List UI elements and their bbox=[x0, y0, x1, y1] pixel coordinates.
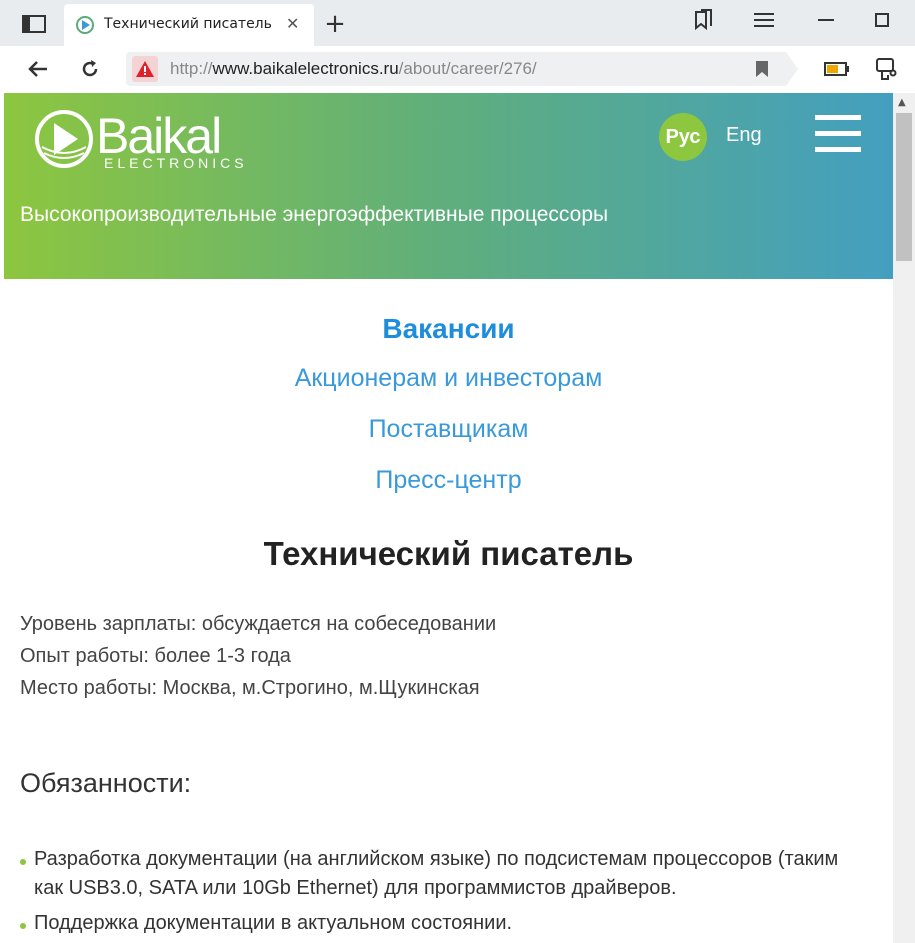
menu-item-investors[interactable]: Акционерам и инвесторам bbox=[4, 364, 893, 415]
scrollbar-thumb[interactable] bbox=[896, 113, 912, 261]
address-bar-tail bbox=[786, 52, 798, 86]
address-bar[interactable]: http://www.baikalelectronics.ru/about/ca… bbox=[126, 52, 786, 86]
active-tab[interactable]: Технический писатель ✕ bbox=[64, 4, 314, 46]
hamburger-menu-icon[interactable] bbox=[815, 115, 861, 157]
page-viewport: Baikal ELECTRONICS Рус Eng Высокопроизво… bbox=[4, 93, 893, 943]
menu-item-suppliers[interactable]: Поставщикам bbox=[4, 415, 893, 466]
close-tab-icon[interactable]: ✕ bbox=[286, 14, 299, 33]
scroll-up-icon[interactable]: ▲ bbox=[898, 97, 906, 108]
new-tab-icon[interactable]: + bbox=[320, 9, 350, 39]
menu-item-press[interactable]: Пресс-центр bbox=[4, 466, 893, 517]
bookmarks-icon[interactable] bbox=[690, 8, 716, 32]
scrollbar[interactable]: ▲ bbox=[893, 93, 915, 943]
section-menu: Вакансии Акционерам и инвесторам Поставщ… bbox=[4, 313, 893, 517]
baikal-logo-icon bbox=[35, 110, 93, 168]
menu-icon[interactable] bbox=[750, 10, 778, 30]
tab-title: Технический писатель bbox=[104, 16, 272, 32]
page-title: Технический писатель bbox=[263, 535, 634, 572]
bookmark-icon[interactable] bbox=[752, 60, 772, 78]
duties-list: Разработка документации (на английском я… bbox=[20, 845, 870, 943]
url-text[interactable]: http://www.baikalelectronics.ru/about/ca… bbox=[170, 59, 537, 79]
location-text: Место работы: Москва, м.Строгино, м.Щуки… bbox=[20, 677, 480, 699]
site-logo[interactable]: Baikal ELECTRONICS bbox=[34, 107, 244, 173]
reload-icon[interactable] bbox=[76, 56, 104, 82]
url-domain: www.baikalelectronics.ru bbox=[212, 59, 399, 78]
baikal-favicon-icon bbox=[76, 16, 94, 34]
logo-subtitle: ELECTRONICS bbox=[104, 155, 248, 171]
salary-text: Уровень зарплаты: обсуждается на собесед… bbox=[20, 613, 497, 635]
tab-bar: Технический писатель ✕ + bbox=[0, 0, 915, 46]
experience-text: Опыт работы: более 1-3 года bbox=[20, 645, 291, 667]
site-tagline: Высокопроизводительные энергоэффективные… bbox=[20, 203, 609, 226]
site-header: Baikal ELECTRONICS Рус Eng Высокопроизво… bbox=[4, 93, 893, 279]
list-item: Разработка документации (на английском я… bbox=[20, 845, 870, 903]
battery-icon[interactable] bbox=[822, 58, 852, 80]
url-path: /about/career/276/ bbox=[398, 59, 537, 78]
back-icon[interactable] bbox=[24, 56, 52, 82]
minimize-icon[interactable] bbox=[812, 10, 840, 30]
maximize-icon[interactable] bbox=[868, 8, 896, 32]
language-ru-button[interactable]: Рус bbox=[659, 113, 707, 161]
duties-heading: Обязанности: bbox=[20, 768, 192, 798]
warning-icon[interactable] bbox=[132, 56, 158, 82]
menu-item-vacancies[interactable]: Вакансии bbox=[4, 313, 893, 364]
extension-icon[interactable] bbox=[872, 54, 902, 84]
list-item: Поддержка документации в актуальном сост… bbox=[20, 909, 870, 938]
navigation-bar: http://www.baikalelectronics.ru/about/ca… bbox=[0, 46, 915, 92]
job-meta: Уровень зарплаты: обсуждается на собесед… bbox=[20, 608, 496, 704]
sidebar-icon[interactable] bbox=[20, 14, 48, 34]
language-en-link[interactable]: Eng bbox=[726, 124, 762, 147]
url-prefix: http:// bbox=[170, 59, 213, 78]
